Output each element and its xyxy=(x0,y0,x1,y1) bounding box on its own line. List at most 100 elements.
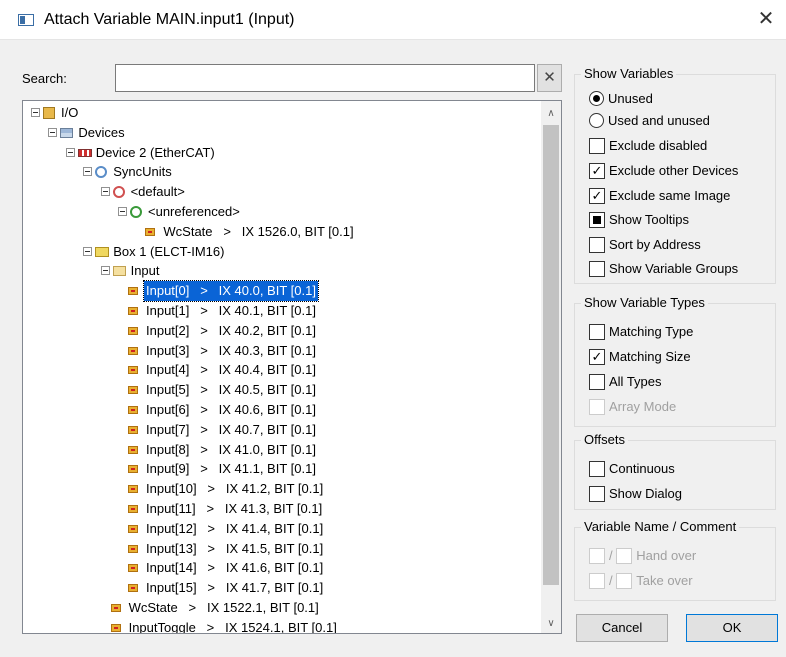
all-types-checkbox[interactable]: All Types xyxy=(589,372,662,392)
tree-row[interactable]: WcState > IX 1522.1, BIT [0.1] xyxy=(23,598,541,618)
ok-button[interactable]: OK xyxy=(686,614,778,642)
devices-icon xyxy=(60,127,74,138)
checkbox-unchecked-icon xyxy=(589,236,605,253)
input-var-icon xyxy=(128,386,138,395)
tree-row[interactable]: <unreferenced> xyxy=(23,202,541,222)
search-clear-button[interactable]: ✕ xyxy=(537,64,562,92)
syncunits-icon xyxy=(95,166,108,179)
tree-row[interactable]: Input[4] > IX 40.4, BIT [0.1] xyxy=(23,360,541,380)
tree-row[interactable]: Input[2] > IX 40.2, BIT [0.1] xyxy=(23,321,541,341)
tree-row[interactable]: Input[8] > IX 41.0, BIT [0.1] xyxy=(23,440,541,460)
window-app-icon xyxy=(18,14,34,26)
unused-radio[interactable]: Unused xyxy=(589,89,653,109)
scrollbar-thumb[interactable] xyxy=(543,125,559,585)
collapse-toggle-icon[interactable] xyxy=(83,246,93,256)
show-variables-group: Show Variables Unused Used and unused Ex… xyxy=(574,66,776,284)
tree-row[interactable]: WcState > IX 1526.0, BIT [0.1] xyxy=(23,222,541,242)
tree-row[interactable]: Input[3] > IX 40.3, BIT [0.1] xyxy=(23,341,541,361)
show-variable-groups-label: Show Variable Groups xyxy=(609,261,739,276)
tree-vertical-scrollbar[interactable]: ∧ ∨ xyxy=(541,101,561,633)
variable-name-comment-title: Variable Name / Comment xyxy=(581,519,740,535)
tree-row[interactable]: Input[10] > IX 41.2, BIT [0.1] xyxy=(23,479,541,499)
comment-take-over-checkbox xyxy=(616,572,633,589)
input-var-icon xyxy=(128,445,138,454)
matching-size-checkbox[interactable]: ✓ Matching Size xyxy=(589,347,691,367)
tree-row[interactable]: InputToggle > IX 1524.1, BIT [0.1] xyxy=(23,618,541,633)
input-var-icon xyxy=(128,425,138,434)
hand-over-row: / Hand over xyxy=(589,546,696,566)
exclude-same-image-checkbox[interactable]: ✓ Exclude same Image xyxy=(589,186,730,206)
show-tooltips-checkbox[interactable]: Show Tooltips xyxy=(589,210,689,230)
variable-tree[interactable]: I/O Devices Device 2 (EtherCAT) SyncUnits <d… xyxy=(22,100,562,634)
collapse-toggle-icon[interactable] xyxy=(83,167,93,177)
name-hand-over-checkbox xyxy=(589,547,605,564)
input-var-icon xyxy=(128,544,138,553)
collapse-toggle-icon[interactable] xyxy=(65,147,75,157)
tree-row-label: Input xyxy=(130,263,160,279)
checkbox-indeterminate-icon xyxy=(589,211,605,228)
scroll-down-icon[interactable]: ∨ xyxy=(541,615,561,633)
tree-row-label: Devices xyxy=(78,124,125,140)
tree-row[interactable]: I/O xyxy=(23,103,541,123)
tree-row[interactable]: Input[0] > IX 40.0, BIT [0.1] xyxy=(23,280,541,303)
search-input[interactable] xyxy=(115,64,535,92)
tree-row[interactable]: Input[7] > IX 40.7, BIT [0.1] xyxy=(23,420,541,440)
close-icon[interactable]: ✕ xyxy=(754,8,778,32)
show-variable-types-title: Show Variable Types xyxy=(581,295,708,311)
separator-label: / xyxy=(609,548,613,563)
exclude-other-devices-label: Exclude other Devices xyxy=(609,163,739,178)
sort-by-address-checkbox[interactable]: Sort by Address xyxy=(589,235,701,255)
array-mode-label: Array Mode xyxy=(609,399,677,414)
collapse-toggle-icon[interactable] xyxy=(100,187,110,197)
tree-row[interactable]: Input[12] > IX 41.4, BIT [0.1] xyxy=(23,519,541,539)
input-var-icon xyxy=(128,564,138,573)
radio-unchecked-icon xyxy=(589,113,604,129)
tree-row[interactable]: Input[5] > IX 40.5, BIT [0.1] xyxy=(23,380,541,400)
cancel-button[interactable]: Cancel xyxy=(576,614,668,642)
exclude-disabled-checkbox[interactable]: Exclude disabled xyxy=(589,136,707,156)
tree-row[interactable]: Input[9] > IX 41.1, BIT [0.1] xyxy=(23,459,541,479)
variable-name-comment-group: Variable Name / Comment / Hand over / Ta… xyxy=(574,519,776,601)
checkbox-unchecked-icon xyxy=(589,323,605,340)
exclude-same-image-label: Exclude same Image xyxy=(609,188,731,203)
tree-row[interactable]: Input[13] > IX 41.5, BIT [0.1] xyxy=(23,539,541,559)
tree-row[interactable]: Devices xyxy=(23,123,541,143)
collapse-toggle-icon[interactable] xyxy=(48,127,58,137)
tree-row[interactable]: Input xyxy=(23,261,541,281)
checkbox-unchecked-icon xyxy=(589,137,605,154)
used-and-unused-label: Used and unused xyxy=(608,113,710,128)
box-icon xyxy=(95,246,110,257)
tree-row[interactable]: Input[11] > IX 41.3, BIT [0.1] xyxy=(23,499,541,519)
show-dialog-label: Show Dialog xyxy=(609,486,682,501)
tree-row[interactable]: Input[6] > IX 40.6, BIT [0.1] xyxy=(23,400,541,420)
input-var-icon xyxy=(128,505,138,513)
tree-row[interactable]: Input[14] > IX 41.6, BIT [0.1] xyxy=(23,558,541,578)
unused-label: Unused xyxy=(608,91,653,106)
tree-row-label: Input[7] > IX 40.7, BIT [0.1] xyxy=(146,421,316,437)
continuous-checkbox[interactable]: Continuous xyxy=(589,459,675,479)
used-and-unused-radio[interactable]: Used and unused xyxy=(589,111,710,131)
input-var-icon xyxy=(145,227,156,236)
matching-type-checkbox[interactable]: Matching Type xyxy=(589,322,693,342)
show-variables-title: Show Variables xyxy=(581,66,677,82)
exclude-disabled-label: Exclude disabled xyxy=(609,138,708,153)
collapse-toggle-icon[interactable] xyxy=(31,108,40,117)
exclude-other-devices-checkbox[interactable]: ✓ Exclude other Devices xyxy=(589,161,738,181)
tree-row-label: Input[12] > IX 41.4, BIT [0.1] xyxy=(146,520,324,536)
show-variable-groups-checkbox[interactable]: Show Variable Groups xyxy=(589,259,738,279)
tree-row[interactable]: <default> xyxy=(23,182,541,202)
input-var-icon xyxy=(110,604,121,612)
checkbox-unchecked-icon xyxy=(589,460,605,477)
collapse-toggle-icon[interactable] xyxy=(118,207,127,216)
tree-row[interactable]: Device 2 (EtherCAT) xyxy=(23,143,541,163)
scroll-up-icon[interactable]: ∧ xyxy=(541,105,561,123)
io-icon xyxy=(43,107,55,119)
tree-row[interactable]: Input[1] > IX 40.1, BIT [0.1] xyxy=(23,301,541,321)
collapse-toggle-icon[interactable] xyxy=(100,266,110,276)
tree-row[interactable]: Input[15] > IX 41.7, BIT [0.1] xyxy=(23,578,541,598)
continuous-label: Continuous xyxy=(609,461,675,476)
tree-row[interactable]: Box 1 (ELCT-IM16) xyxy=(23,242,541,262)
checkbox-unchecked-icon xyxy=(589,260,605,277)
show-dialog-checkbox[interactable]: Show Dialog xyxy=(589,484,682,504)
tree-row[interactable]: SyncUnits xyxy=(23,162,541,182)
